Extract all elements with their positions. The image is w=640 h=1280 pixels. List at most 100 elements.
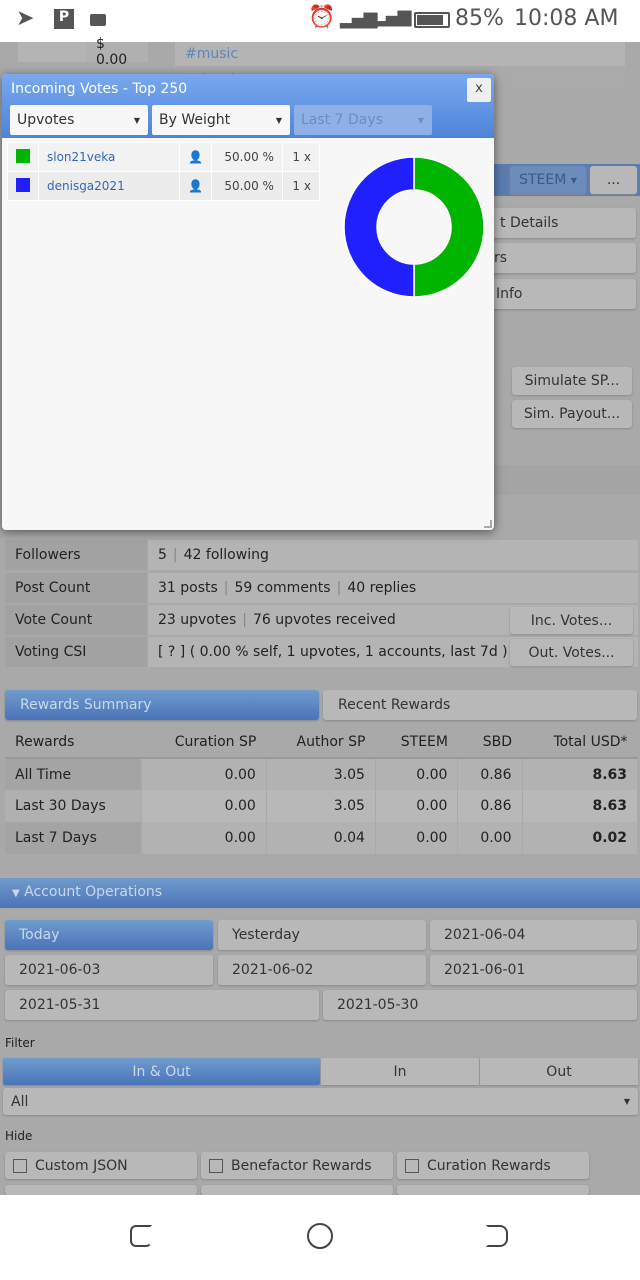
vote-type-select[interactable]: Upvotes ▼ <box>10 105 148 135</box>
signal-icon: ▂▄▆ <box>340 8 378 29</box>
table-cell: 3.05 <box>266 758 376 790</box>
hplus-signal-icon: ▂▄▆ <box>374 6 412 27</box>
table-cell: 0.00 <box>375 822 459 854</box>
operation-type-select[interactable]: All ▼ <box>3 1088 638 1115</box>
table-cell: 0.04 <box>266 822 376 854</box>
table-cell: 0.00 <box>375 790 459 822</box>
followers-value: 5 | 42 following <box>148 540 638 570</box>
sim-payout-button[interactable]: Sim. Payout... <box>512 400 632 428</box>
dialog-title: Incoming Votes - Top 250 <box>11 81 188 97</box>
close-button[interactable]: x <box>467 78 491 102</box>
incoming-votes-dialog: Incoming Votes - Top 250 x Upvotes ▼ By W… <box>2 74 494 530</box>
table-cell: 0.00 <box>375 758 459 790</box>
sort-select[interactable]: By Weight ▼ <box>152 105 290 135</box>
voter-link[interactable]: denisga2021 <box>39 172 179 200</box>
table-cell: 8.63 <box>522 758 638 790</box>
date-button[interactable]: 2021-05-31 <box>5 990 319 1020</box>
votes-table: slon21veka 👤 50.00 % 1 x denisga2021 👤 5… <box>7 142 320 201</box>
color-swatch <box>8 143 38 171</box>
account-operations-header[interactable]: ▼ Account Operations <box>0 878 640 908</box>
table-row: Last 7 Days 0.00 0.04 0.00 0.00 0.02 <box>5 822 638 854</box>
resize-handle[interactable] <box>484 520 492 528</box>
period-select[interactable]: Last 7 Days ▼ <box>294 105 432 135</box>
filter-tab-out[interactable]: Out <box>480 1058 638 1085</box>
hide-option[interactable] <box>397 1185 589 1195</box>
date-button[interactable]: Yesterday <box>218 920 426 950</box>
more-button[interactable]: ... <box>590 166 637 194</box>
user-icon[interactable]: 👤 <box>180 172 211 200</box>
vote-percent: 50.00 % <box>211 172 282 200</box>
inc-votes-button[interactable]: Inc. Votes... <box>510 607 633 634</box>
tab-rewards-summary[interactable]: Rewards Summary <box>5 690 319 720</box>
tag-link[interactable]: #music <box>175 42 625 66</box>
hide-label: Hide <box>5 1129 33 1143</box>
table-cell: 0.02 <box>522 822 638 854</box>
battery-percent: 85% <box>455 6 504 31</box>
hide-option[interactable] <box>5 1185 197 1195</box>
filter-tab-in-out[interactable]: In & Out <box>3 1058 320 1085</box>
followers-label: Followers <box>5 540 147 570</box>
vote-row: slon21veka 👤 50.00 % 1 x <box>8 143 319 171</box>
caret-down-icon: ▼ <box>12 888 20 899</box>
info-button[interactable]: Info <box>480 279 636 309</box>
back-icon[interactable] <box>486 1225 508 1247</box>
column-header: SBD <box>457 726 522 759</box>
vote-count: 1 x <box>282 172 319 200</box>
out-votes-button[interactable]: Out. Votes... <box>510 639 633 666</box>
recent-apps-icon[interactable] <box>130 1225 152 1247</box>
votes-donut-chart <box>343 156 485 298</box>
table-header: Rewards Curation SP Author SP STEEM SBD … <box>5 726 638 759</box>
vote-value: $ 0.00 <box>86 36 148 68</box>
column-header: Curation SP <box>141 726 267 759</box>
date-button[interactable]: 2021-06-03 <box>5 955 213 985</box>
telegram-icon: ➤ <box>16 6 35 31</box>
color-swatch <box>8 172 38 200</box>
table-cell: 0.86 <box>457 758 523 790</box>
table-cell: 3.05 <box>266 790 376 822</box>
home-icon[interactable] <box>307 1223 333 1249</box>
column-header: STEEM <box>375 726 458 759</box>
date-button[interactable]: 2021-06-01 <box>430 955 637 985</box>
date-button[interactable]: 2021-06-04 <box>430 920 637 950</box>
voter-link[interactable]: slon21veka <box>39 143 179 171</box>
user-icon[interactable]: 👤 <box>180 143 211 171</box>
post-count-label: Post Count <box>5 573 147 603</box>
details-button[interactable]: t Details <box>480 208 636 238</box>
table-cell: 0.86 <box>457 790 523 822</box>
vote-count-label: Vote Count <box>5 605 147 635</box>
vote-count: 1 x <box>282 143 319 171</box>
vote-percent: 50.00 % <box>211 143 282 171</box>
table-cell: 0.00 <box>141 790 267 822</box>
hide-benefactor-rewards-checkbox[interactable]: Benefactor Rewards <box>201 1152 393 1179</box>
filter-tab-in[interactable]: In <box>321 1058 479 1085</box>
donut-slice-slon21veka <box>413 156 485 298</box>
filter-label: Filter <box>5 1036 35 1050</box>
table-row: All Time 0.00 3.05 0.00 0.86 8.63 <box>5 758 638 790</box>
post-count-value: 31 posts | 59 comments | 40 replies <box>148 573 638 603</box>
column-header: Total USD* <box>522 726 638 759</box>
table-cell: 0.00 <box>141 822 267 854</box>
simulate-sp-button[interactable]: Simulate SP... <box>512 367 632 395</box>
date-button[interactable]: Today <box>5 920 213 950</box>
clock: 10:08 AM <box>514 6 619 31</box>
message-icon <box>90 14 106 26</box>
table-cell: All Time <box>5 758 143 790</box>
tab-recent-rewards[interactable]: Recent Rewards <box>323 690 637 720</box>
donut-slice-denisga2021 <box>343 156 415 298</box>
hide-custom-json-checkbox[interactable]: Custom JSON <box>5 1152 197 1179</box>
row <box>494 465 640 495</box>
alarm-icon: ⏰ <box>308 5 336 30</box>
menu-button[interactable]: rs <box>480 243 636 273</box>
column-header: Author SP <box>266 726 376 759</box>
table-cell: Last 30 Days <box>5 790 143 822</box>
table-row: Last 30 Days 0.00 3.05 0.00 0.86 8.63 <box>5 790 638 822</box>
date-button[interactable]: 2021-05-30 <box>323 990 637 1020</box>
date-button[interactable]: 2021-06-02 <box>218 955 426 985</box>
rewards-table: Rewards Curation SP Author SP STEEM SBD … <box>5 726 638 854</box>
hide-curation-rewards-checkbox[interactable]: Curation Rewards <box>397 1152 589 1179</box>
column-header: Rewards <box>5 726 142 759</box>
hide-option[interactable] <box>201 1185 393 1195</box>
table-cell: 8.63 <box>522 790 638 822</box>
currency-select[interactable]: STEEM ▼ <box>510 166 586 194</box>
table-cell: Last 7 Days <box>5 822 143 854</box>
